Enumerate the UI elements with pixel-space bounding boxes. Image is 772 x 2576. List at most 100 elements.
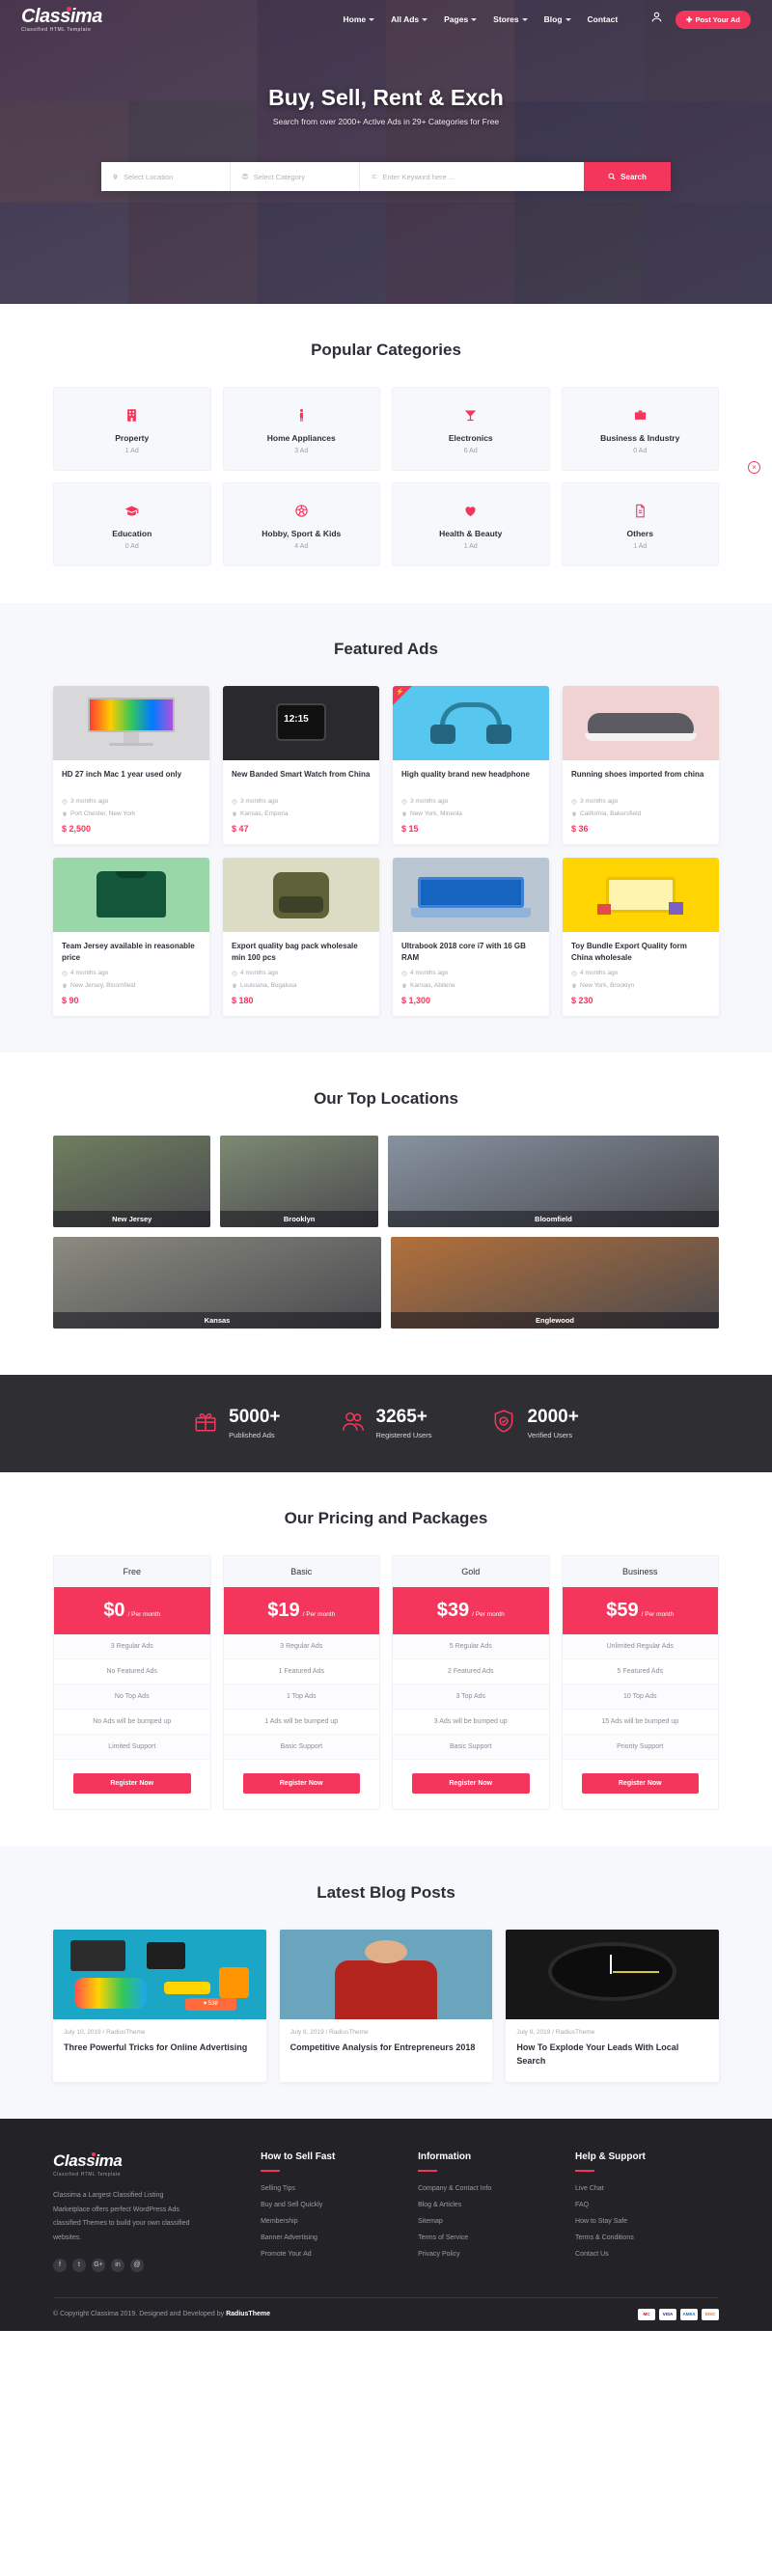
blog-details: July 10, 2019 / RadiusTheme Three Powerfu… [53, 2019, 266, 2069]
ad-time: 3 months ago [232, 798, 371, 805]
ad-card[interactable]: Team Jersey available in reasonable pric… [53, 858, 209, 1016]
keyword-input[interactable]: Enter Keyword here ... [360, 162, 584, 191]
ad-location-label: New York, Brooklyn [580, 982, 635, 989]
category-select[interactable]: Select Category [231, 162, 360, 191]
nav-item-label: Contact [587, 14, 619, 24]
footer-link[interactable]: Blog & Articles [418, 2202, 562, 2208]
location-card[interactable]: Englewood [391, 1237, 719, 1329]
ad-time-label: 3 months ago [240, 798, 279, 805]
nav-item-home[interactable]: Home [344, 14, 375, 24]
popular-categories-section: Popular Categories Property 1 Ad Home Appl… [0, 304, 772, 603]
ad-card[interactable]: 12:15 New Banded Smart Watch from China 3 … [223, 686, 379, 844]
ad-card[interactable]: Ultrabook 2018 core i7 with 16 GB RAM 4 m… [393, 858, 549, 1016]
location-name: Kansas [53, 1312, 381, 1329]
ad-time-label: 4 months ago [70, 970, 109, 976]
ad-card[interactable]: ⚡ High quality brand new headphone 3 month… [393, 686, 549, 844]
ad-location-label: Louisiana, Bogalusa [240, 982, 297, 989]
location-card[interactable]: Bloomfield [387, 1136, 719, 1227]
footer-link[interactable]: Membership [261, 2218, 404, 2225]
nav-item-contact[interactable]: Contact [588, 14, 619, 24]
blog-grid: ♥ 536 July 10, 2019 / RadiusTheme Three Po… [53, 1930, 719, 2082]
footer-link[interactable]: Live Chat [575, 2185, 719, 2192]
nav-item-label: Home [343, 14, 367, 24]
location-card[interactable]: Kansas [53, 1237, 381, 1329]
footer-link[interactable]: Sitemap [418, 2218, 562, 2225]
category-card[interactable]: Health & Beauty 1 Ad [392, 482, 550, 566]
ad-card[interactable]: Export quality bag pack wholesale min 10… [223, 858, 379, 1016]
ad-card[interactable]: Running shoes imported from china 3 month… [563, 686, 719, 844]
user-account-icon[interactable] [650, 11, 663, 28]
ad-card[interactable]: Toy Bundle Export Quality form China who… [563, 858, 719, 1016]
footer-link[interactable]: Terms & Conditions [575, 2234, 719, 2241]
plan-price: $39 [436, 1600, 470, 1621]
category-card[interactable]: Electronics 6 Ad [392, 387, 550, 471]
nav-item-all-ads[interactable]: All Ads [391, 14, 428, 24]
hero-section: Classima Classified HTML Template Home Al… [0, 0, 772, 304]
counter-number: 5000+ [229, 1407, 281, 1427]
footer-link[interactable]: Contact Us [575, 2251, 719, 2258]
category-card[interactable]: Property 1 Ad [53, 387, 211, 471]
register-now-button[interactable]: Register Now [73, 1773, 191, 1794]
ad-card[interactable]: HD 27 inch Mac 1 year used only 3 months … [53, 686, 209, 844]
social-icon[interactable]: f [53, 2258, 67, 2272]
footer-link[interactable]: How to Stay Safe [575, 2218, 719, 2225]
social-icon[interactable]: t [72, 2258, 86, 2272]
social-icon[interactable]: G+ [92, 2258, 105, 2272]
clock-icon [232, 970, 237, 976]
plan-feature: 3 Ads will be bumped up [393, 1710, 549, 1735]
footer-link[interactable]: Terms of Service [418, 2234, 562, 2241]
plan-price: $19 [267, 1600, 300, 1621]
footer-divider [575, 2169, 595, 2172]
ad-thumbnail [563, 858, 719, 932]
ad-price: $ 47 [232, 824, 249, 834]
location-name: Englewood [391, 1312, 719, 1329]
blog-card[interactable]: ♥ 536 July 10, 2019 / RadiusTheme Three Po… [53, 1930, 266, 2082]
social-icon[interactable]: in [111, 2258, 124, 2272]
category-card[interactable]: Home Appliances 3 Ad [222, 387, 380, 471]
plan-feature: 10 Top Ads [562, 1685, 718, 1710]
pricing-section: Our Pricing and Packages Free $0/ Per mon… [0, 1472, 772, 1847]
register-now-button[interactable]: Register Now [242, 1773, 360, 1794]
close-widget-button[interactable]: × [748, 461, 760, 474]
footer-link[interactable]: Selling Tips [261, 2185, 404, 2192]
nav-item-stores[interactable]: Stores [493, 14, 528, 24]
ad-details: HD 27 inch Mac 1 year used only 3 months … [53, 760, 209, 844]
logo[interactable]: Classima Classified HTML Template [21, 6, 102, 33]
footer-link[interactable]: Privacy Policy [418, 2251, 562, 2258]
category-card[interactable]: Education 0 Ad [53, 482, 211, 566]
blog-thumbnail [279, 1930, 493, 2019]
plan-price-block: $39/ Per month [393, 1587, 549, 1634]
location-card[interactable]: New Jersey [53, 1136, 211, 1227]
nav-item-pages[interactable]: Pages [444, 14, 478, 24]
map-pin-icon [402, 811, 406, 816]
social-icon[interactable]: @ [130, 2258, 144, 2272]
footer-link[interactable]: Promote Your Ad [261, 2251, 404, 2258]
footer-link[interactable]: Banner Advertising [261, 2234, 404, 2241]
search-button-label: Search [620, 172, 647, 181]
location-select[interactable]: Select Location [101, 162, 231, 191]
categories-heading: Popular Categories [311, 341, 461, 359]
copyright-brand: RadiusTheme [226, 2311, 270, 2318]
footer-link[interactable]: Company & Contact Info [418, 2185, 562, 2192]
nav-item-blog[interactable]: Blog [544, 14, 571, 24]
blog-card[interactable]: July 8, 2019 / RadiusTheme How To Explode… [506, 1930, 719, 2082]
footer-link[interactable]: FAQ [575, 2202, 719, 2208]
register-now-button[interactable]: Register Now [581, 1773, 699, 1794]
pricing-card: Gold $39/ Per month 5 Regular Ads 2 Feature… [392, 1555, 550, 1810]
blog-details: July 8, 2019 / RadiusTheme How To Explode… [506, 2019, 719, 2082]
chevron-down-icon [369, 17, 375, 21]
post-your-ad-button[interactable]: ✚ Post Your Ad [676, 10, 751, 29]
category-card[interactable]: Others 1 Ad [561, 482, 719, 566]
plan-cta-wrap: Register Now [54, 1760, 210, 1809]
location-card[interactable]: Brooklyn [220, 1136, 378, 1227]
footer-link[interactable]: Buy and Sell Quickly [261, 2202, 404, 2208]
search-button[interactable]: Search [584, 162, 671, 191]
category-card[interactable]: Business & Industry 0 Ad [561, 387, 719, 471]
category-card[interactable]: Hobby, Sport & Kids 4 Ad [222, 482, 380, 566]
register-now-button[interactable]: Register Now [412, 1773, 530, 1794]
footer-divider [418, 2169, 438, 2172]
plan-period: / Per month [472, 1611, 505, 1618]
blog-card[interactable]: July 8, 2019 / RadiusTheme Competitive An… [279, 1930, 493, 2082]
cocktail-icon [399, 405, 543, 425]
ad-thumbnail [563, 686, 719, 760]
